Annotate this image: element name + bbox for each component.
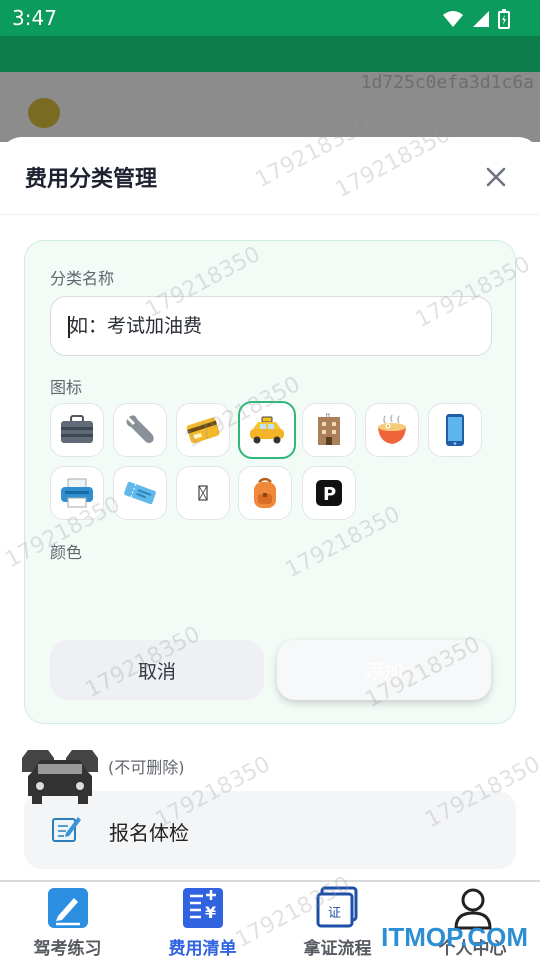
system-categories-heading: (不可删除) [108,758,185,777]
sheet-header: 费用分类管理 [0,137,540,215]
memo-icon [52,817,81,842]
credit-card-icon[interactable] [176,403,230,457]
taxi-icon[interactable] [238,401,296,459]
receipt-icon: ¥ [183,888,223,928]
close-icon[interactable] [482,163,510,191]
mobile-phone-icon[interactable] [428,403,482,457]
category-name-input[interactable] [50,296,492,356]
app-header-band [0,36,540,72]
device-id-watermark: 1d725c0efa3d1c6a [360,72,534,93]
backpack-icon[interactable] [238,466,292,520]
cars-icon [22,750,98,804]
cancel-button[interactable]: 取消 [50,640,264,700]
nav-practice[interactable]: 驾考练习 [0,882,135,960]
name-label: 分类名称 [50,269,115,288]
nav-practice-label: 驾考练习 [33,939,102,959]
svg-text:证: 证 [328,906,341,921]
text-caret [68,316,70,338]
system-icons [442,9,510,29]
missing-glyph-icon[interactable] [176,466,230,520]
background-page: 1d725c0efa3d1c6a [0,72,540,142]
noodles-icon[interactable] [365,403,419,457]
status-time: 3:47 [12,6,57,30]
briefcase-icon[interactable] [50,403,104,457]
battery-icon [498,9,510,29]
money-bag-icon [28,98,60,128]
parking-icon[interactable]: P [302,466,356,520]
status-bar: 3:47 [0,0,540,36]
ticket-icon[interactable] [113,466,167,520]
add-button[interactable]: 添加 [277,640,491,700]
hotel-icon[interactable]: H [302,403,356,457]
certificate-icon: 证 [316,886,358,928]
wifi-icon [443,11,463,27]
icon-label: 图标 [50,378,83,397]
signal-icon [473,11,489,27]
svg-text:H: H [326,413,330,419]
system-category-label: 报名体检 [109,821,189,845]
nav-expenses-label: 费用清单 [168,939,237,959]
printer-icon[interactable] [50,466,104,520]
svg-text:¥: ¥ [205,903,216,922]
svg-text:P: P [323,484,336,505]
wrench-icon[interactable] [113,403,167,457]
nav-expenses[interactable]: ¥ 费用清单 [135,882,270,960]
color-label: 颜色 [50,543,83,562]
add-category-form: 分类名称 图标 H [24,240,516,724]
brand-watermark: ITMOP.COM [381,922,528,952]
pen-icon [48,888,88,928]
sheet-title: 费用分类管理 [25,167,158,192]
